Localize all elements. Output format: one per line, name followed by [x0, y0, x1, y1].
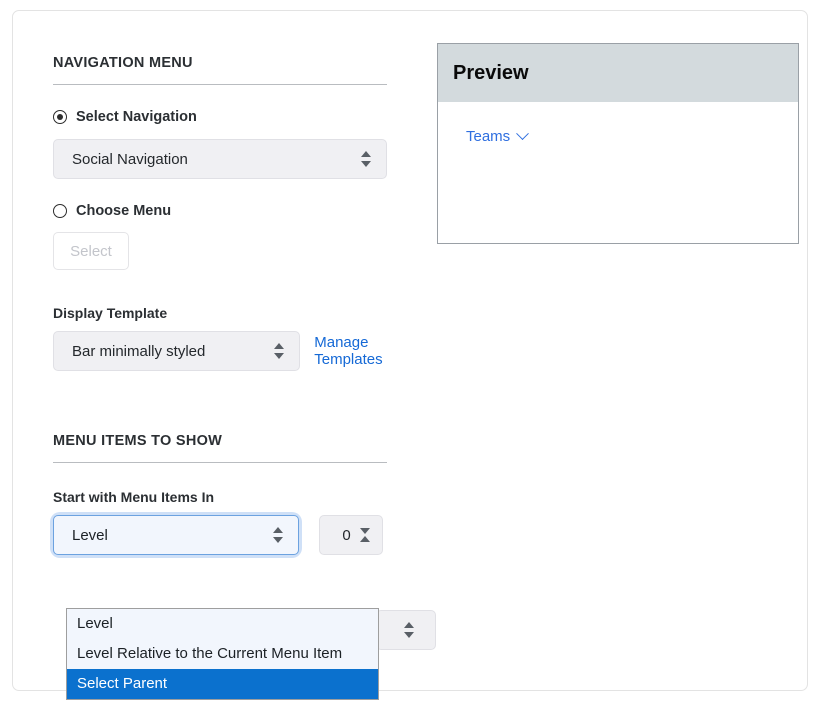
- section-heading-menu-items-to-show: MENU ITEMS TO SHOW: [53, 433, 387, 463]
- navigation-select-value: Social Navigation: [72, 150, 188, 168]
- radio-row-choose-menu[interactable]: Choose Menu: [53, 203, 433, 219]
- radio-select-navigation[interactable]: [53, 110, 67, 124]
- settings-card: NAVIGATION MENU Select Navigation Social…: [12, 10, 808, 700]
- radio-label-select-navigation: Select Navigation: [76, 109, 197, 125]
- radio-row-select-navigation[interactable]: Select Navigation: [53, 109, 433, 125]
- preview-title: Preview: [453, 61, 529, 84]
- label-start-with-menu-items-in: Start with Menu Items In: [53, 489, 215, 505]
- start-with-menu-items-row: Level 0 Level Level Relative to the Curr…: [53, 515, 436, 700]
- navigation-settings-column: NAVIGATION MENU Select Navigation Social…: [53, 55, 436, 700]
- dropdown-option[interactable]: Level: [67, 609, 378, 639]
- display-template-select[interactable]: Bar minimally styled: [53, 331, 301, 371]
- dropdown-option-selected[interactable]: Select Parent: [67, 669, 378, 699]
- preview-menu-item-label: Teams: [466, 128, 511, 145]
- chevron-down-icon: [516, 127, 530, 141]
- select-menu-button[interactable]: Select: [53, 232, 129, 270]
- level-number-value: 0: [342, 526, 351, 544]
- radio-label-choose-menu: Choose Menu: [76, 203, 172, 219]
- display-template-row: Bar minimally styled Manage Templates: [53, 331, 433, 371]
- select-stepper-arrows-icon: [274, 342, 285, 360]
- start-with-menu-items-value: Level: [72, 526, 108, 544]
- select-stepper-arrows-icon: [404, 621, 415, 639]
- preview-menu-item-teams[interactable]: Teams: [466, 127, 530, 145]
- preview-body: Teams: [438, 102, 798, 146]
- dropdown-option[interactable]: Level Relative to the Current Menu Item: [67, 639, 378, 669]
- start-with-menu-items-dropdown-list[interactable]: Level Level Relative to the Current Menu…: [66, 608, 379, 700]
- level-number-stepper[interactable]: 0: [319, 515, 383, 555]
- preview-panel: Preview Teams: [437, 43, 799, 244]
- preview-header: Preview: [438, 44, 798, 102]
- manage-templates-link[interactable]: Manage Templates: [314, 334, 433, 368]
- section-heading-navigation-menu: NAVIGATION MENU: [53, 55, 387, 85]
- start-with-select-focus-ring: Level: [53, 515, 299, 555]
- start-with-menu-items-select[interactable]: Level: [53, 515, 299, 555]
- navigation-select[interactable]: Social Navigation: [53, 139, 387, 179]
- select-stepper-arrows-icon: [361, 150, 372, 168]
- obscured-select-behind-dropdown[interactable]: [376, 610, 436, 650]
- display-template-value: Bar minimally styled: [72, 342, 206, 360]
- label-display-template: Display Template: [53, 305, 168, 321]
- radio-choose-menu[interactable]: [53, 204, 67, 218]
- select-stepper-arrows-icon: [273, 526, 284, 544]
